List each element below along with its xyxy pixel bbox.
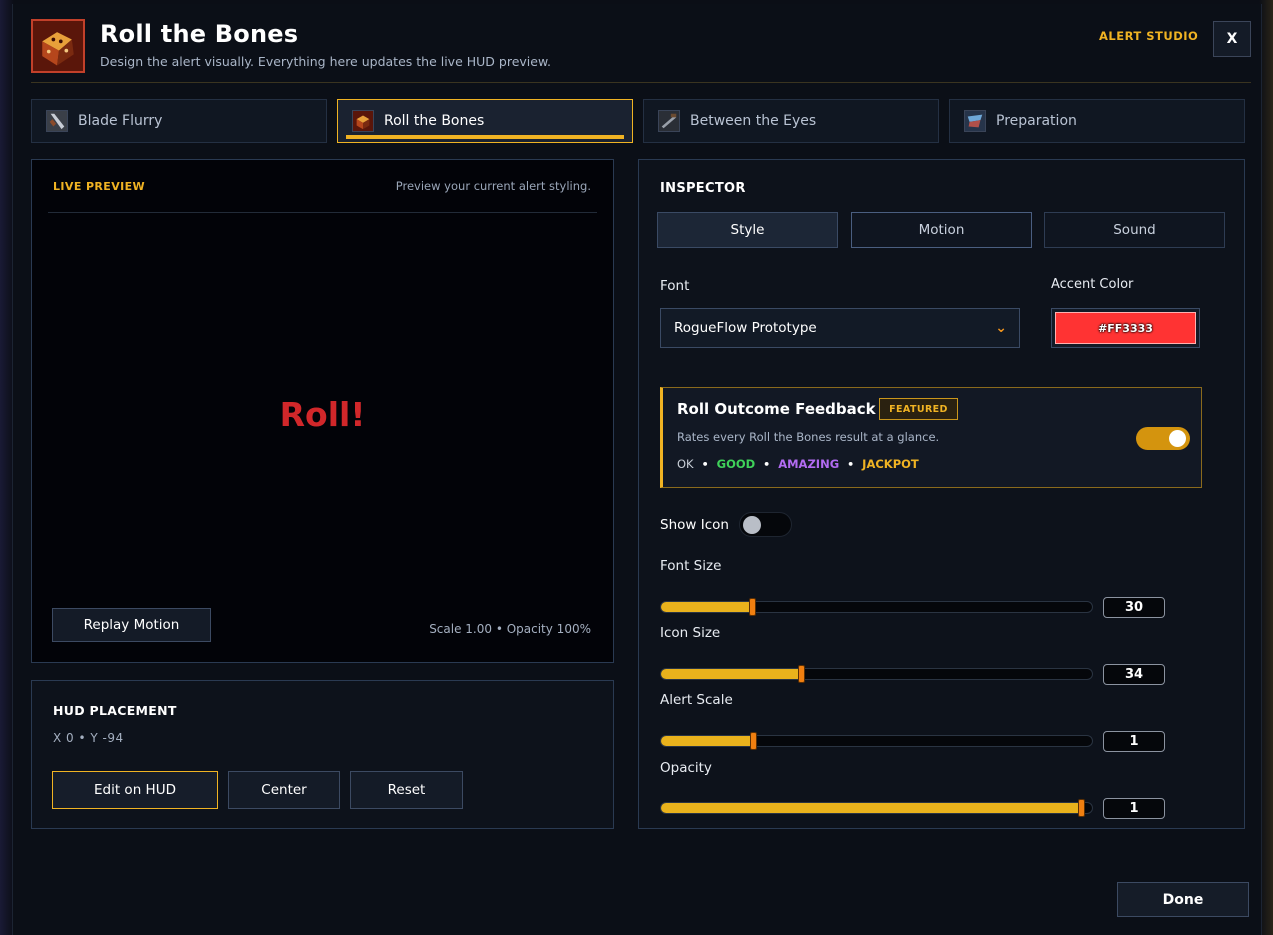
slider-thumb[interactable] [749,732,757,750]
alert-scale-value[interactable]: 1 [1103,731,1165,752]
toggle-knob [1169,430,1186,447]
alert-studio-label: ALERT STUDIO [1099,29,1199,43]
slider-fill [661,669,802,679]
alert-preview-text: Roll! [279,395,366,434]
inspector-title: INSPECTOR [660,181,746,196]
icon-size-value[interactable]: 34 [1103,664,1165,685]
tier-amazing: AMAZING [778,457,840,471]
header-divider [31,82,1251,83]
tab-between-the-eyes[interactable]: Between the Eyes [643,99,939,143]
separator-dot: • [847,457,855,471]
alert-studio-window: Roll the Bones Design the alert visually… [12,4,1262,935]
hud-placement-title: HUD PLACEMENT [53,703,177,718]
accent-color-value: #FF3333 [1055,312,1196,344]
slider-fill [661,736,753,746]
hud-coordinates: X 0 • Y -94 [53,731,124,745]
tab-roll-the-bones[interactable]: Roll the Bones [337,99,633,143]
blade-flurry-icon [46,110,68,132]
feature-description: Rates every Roll the Bones result at a g… [677,430,940,444]
live-preview-panel: LIVE PREVIEW Preview your current alert … [31,159,614,663]
font-label: Font [660,278,690,294]
roll-outcome-feedback-card: Roll Outcome Feedback FEATURED Rates eve… [660,387,1202,488]
tab-label: Roll the Bones [384,113,485,129]
font-select-value: RogueFlow Prototype [674,320,817,336]
tab-style[interactable]: Style [657,212,838,248]
roll-the-bones-icon [352,110,374,132]
featured-badge: FEATURED [879,398,958,420]
slider-thumb[interactable] [798,665,806,683]
font-size-label: Font Size [660,558,722,574]
page-title: Roll the Bones [100,20,299,48]
page-subtitle: Design the alert visually. Everything he… [100,54,551,69]
tier-jackpot: JACKPOT [862,457,919,471]
outcome-tiers: OK • GOOD • AMAZING • JACKPOT [677,457,919,471]
alert-scale-slider[interactable] [660,732,1093,750]
tab-blade-flurry[interactable]: Blade Flurry [31,99,327,143]
tab-motion[interactable]: Motion [851,212,1032,248]
inspector-panel: INSPECTOR Style Motion Sound Font Accent… [638,159,1245,829]
alert-scale-label: Alert Scale [660,692,733,708]
font-size-value[interactable]: 30 [1103,597,1165,618]
opacity-slider[interactable] [660,799,1093,817]
between-the-eyes-icon [658,110,680,132]
close-button[interactable]: X [1213,21,1251,57]
reset-button[interactable]: Reset [350,771,463,809]
chevron-down-icon: ⌄ [995,320,1007,336]
font-select[interactable]: RogueFlow Prototype ⌄ [660,308,1020,348]
toggle-knob [743,516,761,534]
roll-feedback-toggle[interactable] [1136,427,1190,450]
feature-title: Roll Outcome Feedback [677,400,876,418]
show-icon-label: Show Icon [660,517,729,533]
tab-preparation[interactable]: Preparation [949,99,1245,143]
edit-on-hud-button[interactable]: Edit on HUD [52,771,218,809]
accent-color-picker[interactable]: #FF3333 [1051,308,1200,348]
font-size-slider[interactable] [660,598,1093,616]
dice-icon [31,19,85,73]
center-button[interactable]: Center [228,771,340,809]
scale-opacity-info: Scale 1.00 • Opacity 100% [429,622,591,636]
slider-thumb[interactable] [748,598,756,616]
live-preview-note: Preview your current alert styling. [395,179,591,193]
hud-placement-panel: HUD PLACEMENT X 0 • Y -94 Edit on HUD Ce… [31,680,614,829]
tier-ok: OK [677,457,694,471]
icon-size-label: Icon Size [660,625,721,641]
live-preview-label: LIVE PREVIEW [53,180,146,193]
opacity-label: Opacity [660,760,712,776]
tab-label: Preparation [996,113,1077,129]
tab-sound[interactable]: Sound [1044,212,1225,248]
slider-fill [661,602,752,612]
icon-size-slider[interactable] [660,665,1093,683]
tab-label: Blade Flurry [78,113,163,129]
preview-divider [48,212,597,213]
slider-fill [661,803,1082,813]
show-icon-toggle[interactable] [739,512,792,537]
slider-thumb[interactable] [1078,799,1086,817]
replay-motion-button[interactable]: Replay Motion [52,608,211,642]
separator-dot: • [701,457,709,471]
separator-dot: • [763,457,771,471]
tier-good: GOOD [716,457,756,471]
tab-label: Between the Eyes [690,113,817,129]
accent-color-label: Accent Color [1051,277,1134,292]
done-button[interactable]: Done [1117,882,1249,917]
preparation-icon [964,110,986,132]
opacity-value[interactable]: 1 [1103,798,1165,819]
